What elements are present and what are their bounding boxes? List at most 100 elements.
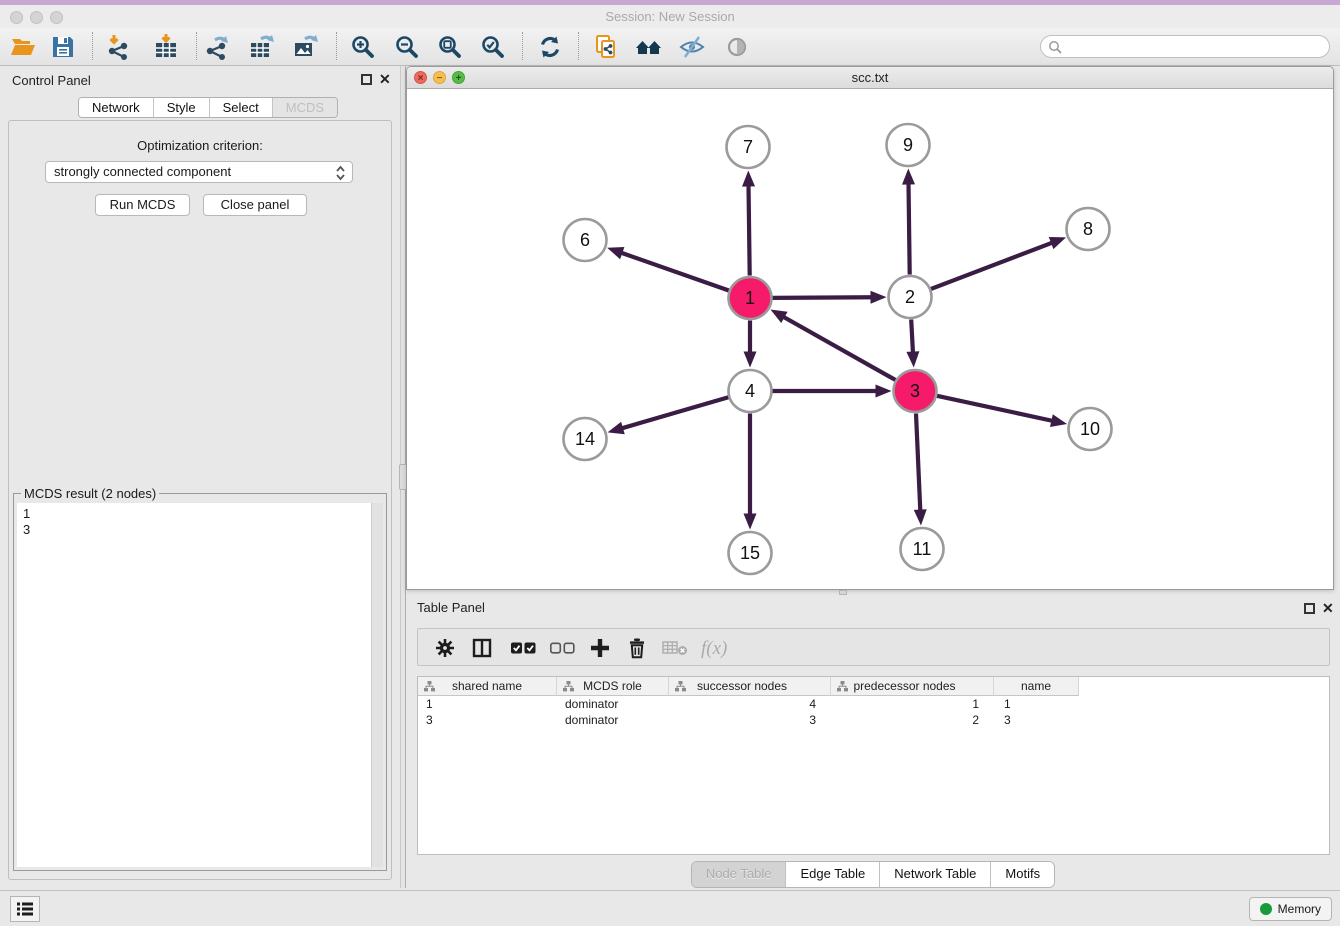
mcds-result-scrollbar[interactable] — [371, 503, 383, 867]
import-network-icon[interactable] — [104, 33, 132, 61]
tab-mcds[interactable]: MCDS — [273, 98, 337, 117]
table-row[interactable]: 3dominator323 — [418, 712, 1329, 728]
float-panel-icon[interactable] — [361, 74, 372, 85]
table-cell: 3 — [669, 712, 831, 728]
graph-edge[interactable] — [931, 242, 1054, 289]
delete-table-icon[interactable] — [662, 634, 689, 662]
edge-arrowhead — [608, 422, 625, 434]
node-table[interactable]: shared name MCDS role successor nodes pr… — [417, 676, 1330, 855]
optimization-criterion-select[interactable]: strongly connected component — [45, 161, 353, 183]
column-header[interactable]: successor nodes — [669, 677, 831, 696]
add-column-icon[interactable] — [589, 634, 611, 662]
select-all-columns-icon[interactable] — [510, 634, 537, 662]
control-panel-title: Control Panel — [12, 73, 91, 88]
table-cell: 3 — [418, 712, 557, 728]
graph-edge[interactable] — [916, 413, 920, 512]
save-session-icon[interactable] — [49, 33, 77, 61]
export-network-icon[interactable] — [204, 33, 232, 61]
column-header[interactable]: name — [994, 677, 1079, 696]
function-builder-icon[interactable]: f(x) — [699, 634, 735, 662]
graph-edge[interactable] — [908, 181, 909, 274]
zoom-in-icon[interactable] — [349, 33, 377, 61]
tab-network-table[interactable]: Network Table — [880, 862, 991, 887]
table-row[interactable]: 1dominator411 — [418, 696, 1329, 712]
graph-edge[interactable] — [911, 319, 913, 354]
memory-button[interactable]: Memory — [1249, 897, 1332, 921]
table-options-gear-icon[interactable] — [434, 634, 456, 662]
status-bar: Memory — [0, 890, 1340, 926]
column-header[interactable]: shared name — [418, 677, 557, 696]
control-panel-tabs: Network Style Select MCDS — [78, 97, 338, 118]
graph-edge[interactable] — [620, 397, 728, 429]
task-history-button[interactable] — [10, 896, 40, 922]
search-input[interactable] — [1040, 35, 1330, 58]
toolbar-separator — [522, 32, 523, 60]
graph-edge[interactable] — [748, 183, 749, 275]
table-panel: Table Panel ✕ f(x) shared name M — [406, 595, 1340, 888]
refresh-layout-icon[interactable] — [536, 33, 564, 61]
edge-arrowhead — [744, 352, 757, 368]
close-panel-icon[interactable]: ✕ — [379, 70, 391, 88]
network-window-title: scc.txt — [407, 70, 1333, 85]
tab-select[interactable]: Select — [210, 98, 273, 117]
graph-node-label: 4 — [745, 381, 755, 401]
graph-node-label: 3 — [910, 381, 920, 401]
graph-node-label: 8 — [1083, 219, 1093, 239]
tab-motifs[interactable]: Motifs — [991, 862, 1054, 887]
network-window-titlebar[interactable]: × − + scc.txt — [407, 67, 1333, 89]
network-canvas[interactable]: 1234678910111415 — [407, 89, 1333, 590]
tab-node-table[interactable]: Node Table — [692, 862, 787, 887]
memory-label: Memory — [1278, 902, 1321, 916]
tab-style[interactable]: Style — [154, 98, 210, 117]
mcds-result-title: MCDS result (2 nodes) — [21, 486, 159, 501]
select-value: strongly connected component — [54, 164, 231, 179]
column-view-icon[interactable] — [471, 634, 493, 662]
open-session-icon[interactable] — [9, 33, 37, 61]
search-icon — [1048, 40, 1063, 55]
toolbar-separator — [92, 32, 93, 60]
control-panel: Control Panel ✕ Network Style Select MCD… — [0, 66, 400, 888]
edge-arrowhead — [906, 351, 919, 367]
edge-arrowhead — [870, 291, 886, 304]
edge-arrowhead — [876, 385, 892, 398]
show-eye-icon[interactable] — [723, 33, 751, 61]
zoom-out-icon[interactable] — [393, 33, 421, 61]
duplicate-network-icon[interactable] — [592, 33, 620, 61]
column-header[interactable]: MCDS role — [557, 677, 669, 696]
mcds-result-text[interactable]: 1 3 — [17, 503, 371, 867]
table-cell: 2 — [831, 712, 994, 728]
export-table-icon[interactable] — [248, 33, 276, 61]
tab-network[interactable]: Network — [79, 98, 154, 117]
float-panel-icon[interactable] — [1304, 603, 1315, 614]
graph-edge[interactable] — [619, 252, 728, 290]
graph-edge[interactable] — [772, 297, 873, 298]
hide-graphics-details-icon[interactable] — [678, 33, 706, 61]
column-header[interactable]: predecessor nodes — [831, 677, 994, 696]
graph-edge[interactable] — [782, 316, 896, 380]
table-tabs: Node Table Edge Table Network Table Moti… — [406, 861, 1340, 888]
table-cell: 3 — [994, 712, 1079, 728]
export-image-icon[interactable] — [292, 33, 320, 61]
zoom-selected-icon[interactable] — [479, 33, 507, 61]
home-layout-icon[interactable] — [635, 33, 663, 61]
table-cell: dominator — [557, 712, 669, 728]
edge-arrowhead — [914, 509, 927, 525]
delete-columns-icon[interactable] — [626, 634, 648, 662]
mcds-result-group: MCDS result (2 nodes) 1 3 — [13, 493, 387, 871]
table-toolbar: f(x) — [417, 628, 1330, 666]
zoom-fit-icon[interactable] — [436, 33, 464, 61]
close-panel-button[interactable]: Close panel — [203, 194, 307, 216]
graph-edge[interactable] — [937, 396, 1054, 421]
edge-arrowhead — [902, 168, 915, 184]
table-cell: 1 — [418, 696, 557, 712]
table-cell: 1 — [994, 696, 1079, 712]
toolbar-separator — [578, 32, 579, 60]
svg-text:f(x): f(x) — [701, 638, 727, 659]
close-panel-icon[interactable]: ✕ — [1322, 599, 1334, 617]
edge-arrowhead — [1050, 414, 1067, 427]
edge-arrowhead — [607, 247, 624, 259]
unselect-all-columns-icon[interactable] — [549, 634, 576, 662]
run-mcds-button[interactable]: Run MCDS — [95, 194, 190, 216]
import-table-icon[interactable] — [152, 33, 180, 61]
tab-edge-table[interactable]: Edge Table — [786, 862, 880, 887]
